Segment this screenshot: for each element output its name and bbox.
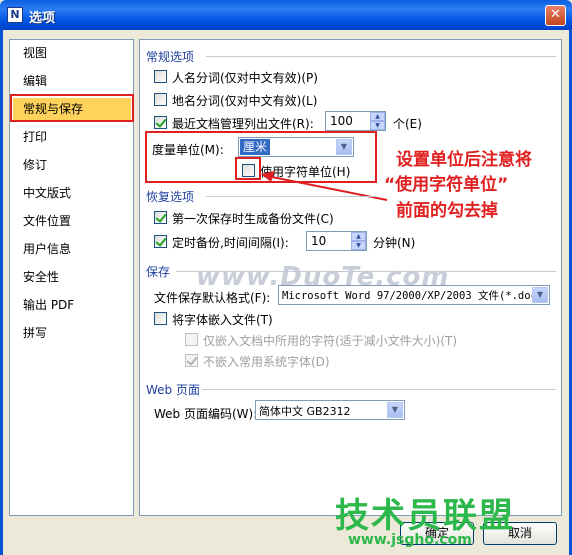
no-common-fonts-label: 不嵌入常用系统字体(D)	[203, 355, 330, 369]
sidebar-item-spelling[interactable]: 拼写	[13, 322, 131, 344]
section-divider	[206, 56, 556, 57]
section-recovery-title: 恢复选项	[146, 190, 195, 204]
spin-down-icon[interactable]: ▼	[370, 121, 385, 130]
section-save-title: 保存	[146, 265, 171, 279]
embed-used-only-label: 仅嵌入文档中所用的字符(适于减小文件大小)(T)	[203, 334, 458, 348]
spin-down-icon[interactable]: ▼	[351, 241, 366, 250]
no-common-fonts-checkbox[interactable]	[185, 354, 198, 367]
web-encoding-value: 简体中文 GB2312	[259, 405, 351, 418]
embed-used-only-checkbox[interactable]	[185, 333, 198, 346]
default-format-label: 文件保存默认格式(F):	[154, 291, 271, 305]
sidebar-item-chinese-layout[interactable]: 中文版式	[13, 182, 131, 204]
section-web-title: Web 页面	[146, 383, 200, 397]
sidebar-item-export-pdf[interactable]: 输出 PDF	[13, 294, 131, 316]
section-general-title: 常规选项	[146, 50, 195, 64]
sidebar-item-security[interactable]: 安全性	[13, 266, 131, 288]
watermark-url: www.jsgho.com	[348, 532, 472, 548]
backup-interval-spinner[interactable]: 10 ▲ ▼	[306, 231, 367, 251]
embed-fonts-label: 将字体嵌入文件(T)	[172, 313, 273, 327]
recent-files-spinner[interactable]: 100 ▲ ▼	[325, 111, 386, 131]
backup-first-label: 第一次保存时生成备份文件(C)	[172, 212, 334, 226]
web-encoding-label: Web 页面编码(W):	[154, 407, 258, 421]
backup-interval-unit: 分钟(N)	[373, 236, 416, 250]
name-split-checkbox[interactable]	[154, 70, 167, 83]
sidebar-item-user-info[interactable]: 用户信息	[13, 238, 131, 260]
section-divider	[202, 389, 556, 390]
section-divider	[206, 196, 376, 197]
default-format-value: Microsoft Word 97/2000/XP/2003 文件(*.doc)	[282, 290, 534, 302]
sidebar-item-print[interactable]: 打印	[13, 126, 131, 148]
place-split-label: 地名分词(仅对中文有效)(L)	[172, 94, 318, 108]
place-split-checkbox[interactable]	[154, 93, 167, 106]
annotation-line-1: 设置单位后注意将	[396, 150, 532, 170]
watermark-brand: 技术员联盟	[335, 496, 515, 536]
app-icon: N	[7, 7, 23, 23]
section-divider	[176, 271, 556, 272]
sidebar-highlight-box	[10, 94, 134, 122]
window-title: 选项	[29, 11, 56, 26]
name-split-label: 人名分词(仅对中文有效)(P)	[172, 71, 318, 85]
timed-backup-label: 定时备份,时间间隔(I):	[172, 236, 289, 250]
sidebar-item-edit[interactable]: 编辑	[13, 70, 131, 92]
spin-up-icon[interactable]: ▲	[351, 232, 366, 241]
timed-backup-checkbox[interactable]	[154, 235, 167, 248]
recent-files-label: 最近文档管理列出文件(R):	[172, 117, 314, 131]
chevron-down-icon[interactable]: ▼	[387, 402, 403, 418]
chevron-down-icon[interactable]: ▼	[532, 287, 548, 303]
recent-files-value: 100	[330, 114, 353, 128]
close-button[interactable]: ✕	[545, 5, 566, 26]
default-format-select[interactable]: Microsoft Word 97/2000/XP/2003 文件(*.doc)…	[278, 285, 550, 305]
spin-up-icon[interactable]: ▲	[370, 112, 385, 121]
recent-files-unit: 个(E)	[393, 117, 422, 131]
sidebar-item-file-location[interactable]: 文件位置	[13, 210, 131, 232]
web-encoding-select[interactable]: 简体中文 GB2312 ▼	[255, 400, 405, 420]
annotation-line-2: “使用字符单位”	[384, 175, 509, 195]
title-bar: N 选项 ✕	[0, 0, 572, 30]
sidebar-item-view[interactable]: 视图	[13, 42, 131, 64]
recent-files-checkbox[interactable]	[154, 116, 167, 129]
annotation-arrow	[261, 171, 388, 201]
annotation-line-3: 前面的勾去掉	[396, 201, 498, 221]
backup-first-checkbox[interactable]	[154, 211, 167, 224]
embed-fonts-checkbox[interactable]	[154, 312, 167, 325]
sidebar-item-revision[interactable]: 修订	[13, 154, 131, 176]
backup-interval-value: 10	[311, 234, 327, 248]
